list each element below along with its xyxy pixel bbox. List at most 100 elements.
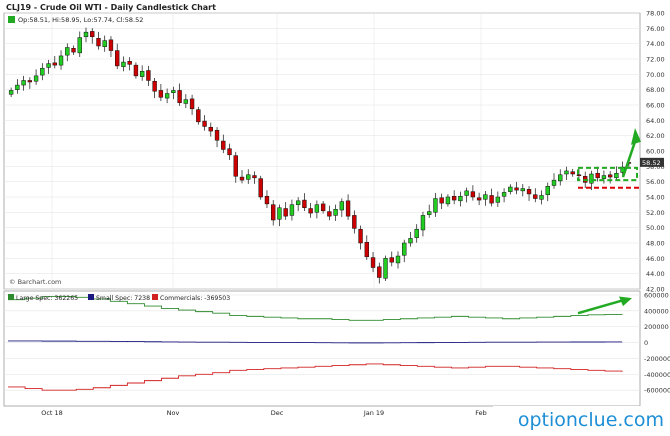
candle-body <box>289 204 295 216</box>
price-tick-label: 48.00 <box>646 240 665 248</box>
candle-body <box>383 258 388 279</box>
candle-body <box>558 174 563 182</box>
price-axis: 42.0044.0046.0048.0050.0052.0054.0056.00… <box>646 10 665 294</box>
candle-body <box>21 80 26 86</box>
candle-body <box>458 195 463 202</box>
candle-body <box>508 186 513 192</box>
candle-body <box>314 204 320 213</box>
cot-panel <box>3 290 641 407</box>
cot-legend-swatch <box>88 294 94 300</box>
cot-tick-label: 200000 <box>644 323 669 331</box>
cot-tick-label: 0 <box>644 339 648 347</box>
candle-body <box>370 257 376 268</box>
candle-body <box>520 188 525 192</box>
candle-body <box>121 61 126 67</box>
candle-body <box>389 257 394 263</box>
candle-body <box>501 192 507 197</box>
candle-body <box>589 173 594 184</box>
candle-body <box>439 197 444 204</box>
candle-body <box>71 48 76 53</box>
candle-body <box>52 62 57 66</box>
candle-body <box>183 99 189 104</box>
candle-body <box>177 90 182 103</box>
candle-body <box>90 31 95 38</box>
candle-body <box>40 67 45 76</box>
candle-body <box>489 195 494 204</box>
candle-body <box>433 198 438 213</box>
cot-legend-swatch <box>152 294 158 300</box>
candle-body <box>420 215 426 231</box>
price-tick-label: 72.00 <box>646 56 665 64</box>
candle-body <box>277 207 282 220</box>
candle-body <box>295 200 301 205</box>
x-axis-label: Nov <box>167 409 180 417</box>
price-tick-label: 76.00 <box>646 25 665 33</box>
candle-body <box>464 190 469 196</box>
candle-body <box>102 40 107 47</box>
candle-body <box>451 195 457 201</box>
candle-body <box>545 186 550 195</box>
candle-body <box>564 170 569 175</box>
price-tick-label: 68.00 <box>646 86 665 94</box>
cot-legend-label: Large Spec: 362265 <box>16 295 78 302</box>
candle-body <box>133 64 139 77</box>
candle-body <box>327 211 332 217</box>
candle-body <box>158 90 164 98</box>
price-tick-label: 62.00 <box>646 132 665 140</box>
candle-body <box>15 84 20 90</box>
cot-legend: Large Spec: 362265 Small Spec: 7238 Commer… <box>8 294 230 302</box>
candle-body <box>8 90 14 95</box>
candle-body <box>46 63 51 68</box>
candle-body <box>614 172 619 179</box>
cot-axis: 600000 400000 200000 0 -200000 -400000 -600000 <box>644 291 670 394</box>
candle-body <box>570 171 575 175</box>
chart-canvas: CLJ19 - Crude Oil WTI - Daily Candlestic… <box>3 3 670 431</box>
candle-body <box>339 201 345 211</box>
candle-body <box>246 174 251 180</box>
candle-body <box>115 50 120 67</box>
cot-tick-label: 600000 <box>644 291 669 299</box>
x-axis-label: Oct 18 <box>41 409 63 417</box>
candle-body <box>402 242 407 256</box>
x-axis-label: Feb <box>475 409 487 417</box>
price-tick-label: 70.00 <box>646 71 665 79</box>
cot-legend-swatch <box>8 294 14 300</box>
candle-body <box>607 174 613 178</box>
x-axis: Oct 18 Nov Dec Jan 19 Feb <box>41 409 487 417</box>
candle-body <box>171 90 176 93</box>
candle-body <box>239 176 245 181</box>
price-tick-label: 54.00 <box>646 194 665 202</box>
candle-body <box>258 178 263 198</box>
cot-candlestick-chart: CLJ19 - Crude Oil WTI - Daily Candlestic… <box>0 0 670 431</box>
candle-body <box>470 191 476 198</box>
candle-body <box>27 80 33 83</box>
candle-body <box>65 47 70 56</box>
cot-tick-label: 400000 <box>644 307 669 315</box>
price-tick-label: 52.00 <box>646 209 665 217</box>
candle-body <box>445 196 451 205</box>
candle-body <box>233 155 238 177</box>
candle-body <box>358 228 363 244</box>
candle-body <box>533 194 538 199</box>
candle-body <box>164 93 170 99</box>
candle-body <box>33 75 39 82</box>
chart-title: CLJ19 - Crude Oil WTI - Daily Candlestic… <box>6 3 216 12</box>
candle-body <box>514 187 519 191</box>
cot-legend-label: Commercials: -369503 <box>160 295 230 302</box>
candle-body <box>539 195 544 200</box>
candle-body <box>271 204 276 221</box>
price-tick-label: 60.00 <box>646 148 665 156</box>
price-tick-label: 56.00 <box>646 178 665 186</box>
candle-body <box>139 71 145 77</box>
candle-body <box>308 208 313 214</box>
candle-body <box>395 255 401 264</box>
candle-body <box>551 179 557 186</box>
x-axis-label: Dec <box>271 409 284 417</box>
candle-body <box>414 228 419 238</box>
candle-body <box>483 194 488 200</box>
candle-body <box>302 199 307 208</box>
price-tick-label: 78.00 <box>646 10 665 18</box>
candle-body <box>427 211 432 215</box>
candle-body <box>208 126 213 132</box>
candle-body <box>476 197 482 201</box>
